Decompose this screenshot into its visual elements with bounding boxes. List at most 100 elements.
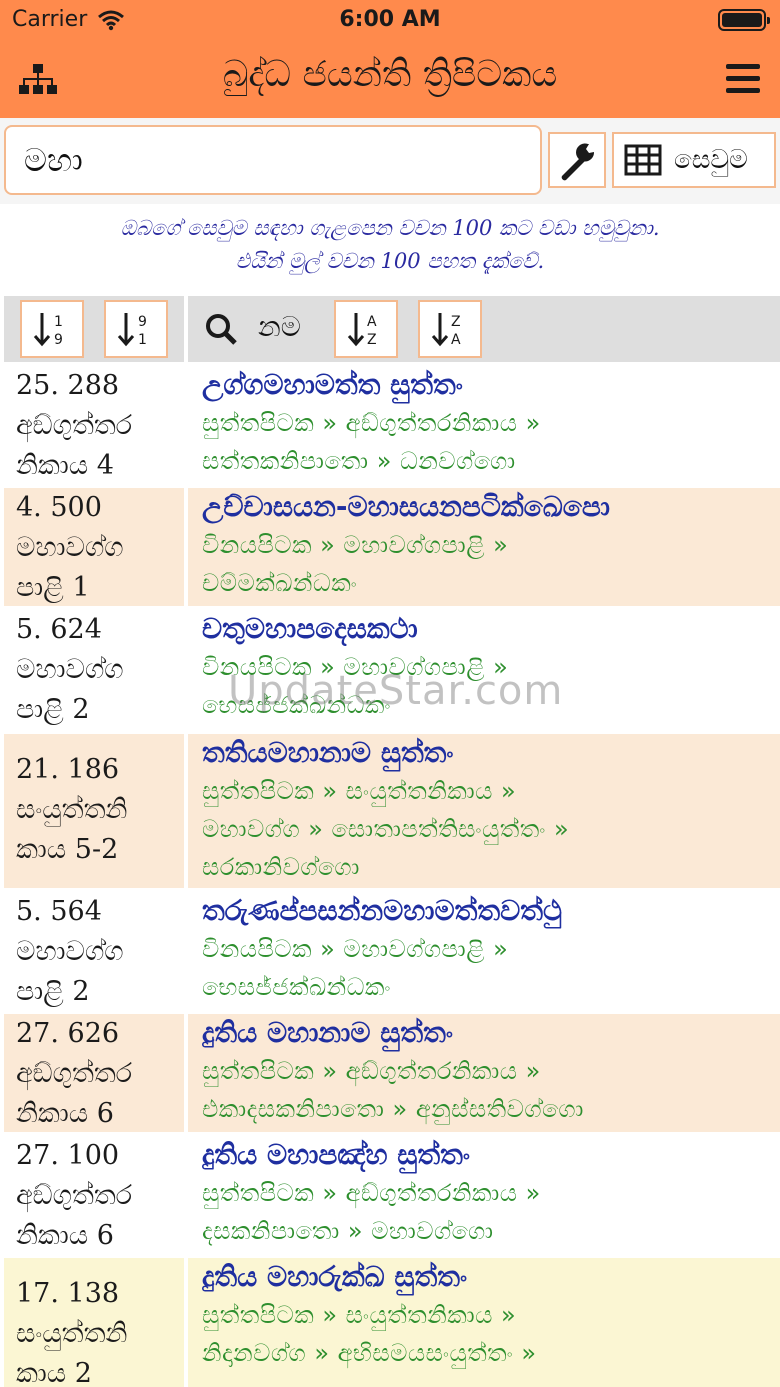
svg-text:A: A	[451, 332, 461, 348]
sort-ascending-numeric-button[interactable]: 1 9	[20, 300, 84, 358]
name-column-header: නම A Z Z A	[188, 296, 780, 362]
battery-icon	[718, 9, 770, 31]
row-path-line: චම්මක්ඛන්ධකං	[202, 569, 358, 597]
row-reference: 27. 100 අඞ්ගුත්තර නිකාය 6	[4, 1136, 184, 1254]
row-body: උච්චාසයන-මහාසයනපටික්ඛෙපො විනයපිටක » මහාව…	[188, 488, 780, 606]
table-row[interactable]: 5. 564 මහාවග්ග පාළි 2 තරුණප්පසන්නමහාමත්ත…	[0, 892, 780, 1010]
row-path-line: සුත්තපිටක » අඞ්ගුත්තරනිකාය »	[202, 409, 541, 437]
row-path-line: දසකනිපාතො » මහාවග්ගො	[202, 1217, 494, 1245]
table-row[interactable]: 25. 288 අඞ්ගුත්තර නිකාය 4 උග්ගමහාමත්ත සු…	[0, 366, 780, 484]
ref-line: මහාවග්ග	[16, 532, 124, 563]
ref-line: අඞ්ගුත්තර	[16, 410, 133, 441]
row-reference: 5. 624 මහාවග්ග පාළි 2	[4, 610, 184, 730]
row-title[interactable]: තරුණප්පසන්නමහාමත්තවත්ථු	[202, 892, 780, 930]
row-reference: 17. 138 සංයුත්තනි කාය 2	[4, 1258, 184, 1387]
ref-line: කාය 2	[16, 1358, 92, 1387]
svg-text:9: 9	[138, 314, 147, 330]
search-button-label: සෙවුම	[674, 144, 748, 175]
row-title[interactable]: චතුමහාපදෙසකථා	[202, 610, 780, 648]
row-path-line: සුත්තපිටක » සංයුත්තනිකාය »	[202, 1301, 517, 1329]
settings-button[interactable]	[548, 132, 606, 188]
row-path-line: නිදානවග්ග » අභිසමයසංයුත්තං »	[202, 1339, 537, 1367]
search-bar: සෙවුම	[0, 118, 780, 204]
table-row[interactable]: 27. 100 අඞ්ගුත්තර නිකාය 6 දුතිය මහාපඤ්හ …	[0, 1136, 780, 1254]
row-reference: 5. 564 මහාවග්ග පාළි 2	[4, 892, 184, 1010]
ref-line: මහාවග්ග	[16, 654, 124, 685]
search-input[interactable]	[4, 125, 542, 195]
row-path-line: සුත්තපිටක » සංයුත්තනිකාය »	[202, 777, 517, 805]
svg-text:A: A	[367, 314, 377, 330]
ref-line: 27. 626	[16, 1018, 120, 1049]
search-button[interactable]: සෙවුම	[612, 132, 776, 188]
ref-column-header: 1 9 9 1	[4, 296, 184, 362]
ref-line: කාය 5-2	[16, 834, 119, 865]
ref-line: පාළි 2	[16, 694, 90, 725]
nav-bar: බුද්ධ ජයන්ති ත්‍රිපිටකය	[0, 40, 780, 118]
svg-text:9: 9	[54, 332, 63, 348]
row-title[interactable]: දුතිය මහාපඤ්හ සුත්තං	[202, 1136, 780, 1174]
svg-text:1: 1	[138, 332, 147, 348]
ref-line: 25. 288	[16, 370, 120, 401]
row-title[interactable]: දුතිය මහාරුක්ඛ සුත්තං	[202, 1258, 780, 1296]
ref-line: සංයුත්තනි	[16, 794, 128, 825]
sort-descending-numeric-button[interactable]: 9 1	[104, 300, 168, 358]
row-title[interactable]: උච්චාසයන-මහාසයනපටික්ඛෙපො	[202, 488, 780, 526]
sort-numeric-asc-icon: 1 9	[33, 313, 63, 348]
row-body: තතියමහානාම සුත්තං සුත්තපිටක » සංයුත්තනික…	[188, 734, 780, 888]
wrench-icon	[561, 143, 595, 181]
row-title[interactable]: දුතිය මහානාම සුත්තං	[202, 1014, 780, 1052]
row-path-line: එකාදසකනිපාතො » අනුස්සතිවග්ගො	[202, 1095, 584, 1123]
row-path-line: සරකානිවග්ගො	[202, 853, 360, 881]
sort-alpha-asc-button[interactable]: A Z	[334, 300, 398, 358]
row-body: දුතිය මහාරුක්ඛ සුත්තං සුත්තපිටක » සංයුත්…	[188, 1258, 780, 1387]
ref-line: අඞ්ගුත්තර	[16, 1058, 133, 1089]
row-path-line: සුත්තපිටක » අඞ්ගුත්තරනිකාය »	[202, 1179, 541, 1207]
sort-alpha-asc-icon: A Z	[347, 313, 377, 348]
notice-line-2: එයින් මුල් වචන 100 පහත දැක්වේ.	[235, 249, 545, 273]
ref-line: මහාවග්ග	[16, 936, 124, 967]
svg-text:Z: Z	[367, 332, 377, 348]
svg-text:Z: Z	[451, 314, 461, 330]
ref-line: පාළි 1	[16, 572, 90, 603]
row-reference: 27. 626 අඞ්ගුත්තර නිකාය 6	[4, 1014, 184, 1132]
svg-text:1: 1	[54, 314, 63, 330]
ref-line: 4. 500	[16, 492, 102, 523]
table-grid-icon	[624, 144, 662, 176]
row-path-line: විනයපිටක » මහාවග්ගපාළි »	[202, 531, 509, 559]
page-title: බුද්ධ ජයන්ති ත්‍රිපිටකය	[222, 54, 558, 95]
ref-line: නිකාය 4	[16, 450, 114, 481]
row-body: තරුණප්පසන්නමහාමත්තවත්ථු විනයපිටක » මහාවග…	[188, 892, 780, 1010]
row-reference: 25. 288 අඞ්ගුත්තර නිකාය 4	[4, 366, 184, 484]
search-icon[interactable]	[204, 312, 238, 346]
notice-line-1: ඔබගේ සෙවුම සඳහා ගැළපෙන වචන 100 කට වඩා හම…	[120, 216, 660, 240]
ref-line: සංයුත්තනි	[16, 1318, 128, 1349]
row-reference: 21. 186 සංයුත්තනි කාය 5-2	[4, 734, 184, 888]
row-body: දුතිය මහානාම සුත්තං සුත්තපිටක » අඞ්ගුත්ත…	[188, 1014, 780, 1132]
row-path-line: සුත්තපිටක » අඞ්ගුත්තරනිකාය »	[202, 1057, 541, 1085]
row-path-line: විනයපිටක » මහාවග්ගපාළි »	[202, 935, 509, 963]
table-row[interactable]: 21. 186 සංයුත්තනි කාය 5-2 තතියමහානාම සුත…	[0, 734, 780, 888]
row-path-line: මහාවග්ග » සොතාපත්තිසංයුත්තං »	[202, 815, 570, 843]
ref-line: 5. 564	[16, 896, 102, 927]
row-path-line: භෙසජ්ජක්ඛන්ධකං	[202, 973, 391, 1001]
ref-line: 27. 100	[16, 1140, 120, 1171]
sort-alpha-desc-button[interactable]: Z A	[418, 300, 482, 358]
ref-line: නිකාය 6	[16, 1098, 114, 1129]
row-title[interactable]: තතියමහානාම සුත්තං	[202, 734, 780, 772]
sort-numeric-desc-icon: 9 1	[117, 313, 147, 348]
sort-alpha-desc-icon: Z A	[431, 313, 461, 348]
ref-line: 5. 624	[16, 614, 102, 645]
header: Carrier 6:00 AM බුද්ධ ජයන්ති ත්‍රිපිටකය	[0, 0, 780, 118]
row-body: දුතිය මහාපඤ්හ සුත්තං සුත්තපිටක » අඞ්ගුත්…	[188, 1136, 780, 1254]
clock: 6:00 AM	[339, 7, 441, 32]
table-row[interactable]: 27. 626 අඞ්ගුත්තර නිකාය 6 දුතිය මහානාම ස…	[0, 1014, 780, 1132]
row-title[interactable]: උග්ගමහාමත්ත සුත්තං	[202, 366, 780, 404]
name-column-label: නම	[258, 310, 301, 343]
row-path-line: සත්තකනිපාතො » ධනවග්ගො	[202, 447, 516, 475]
table-row[interactable]: 4. 500 මහාවග්ග පාළි 1 උච්චාසයන-මහාසයනපටි…	[0, 488, 780, 606]
table-row[interactable]: 17. 138 සංයුත්තනි කාය 2 දුතිය මහාරුක්ඛ ස…	[0, 1258, 780, 1387]
ref-line: 17. 138	[16, 1278, 120, 1309]
result-notice: ඔබගේ සෙවුම සඳහා ගැළපෙන වචන 100 කට වඩා හම…	[0, 212, 780, 278]
status-bar: Carrier 6:00 AM	[0, 0, 780, 40]
hamburger-menu-icon[interactable]	[726, 64, 760, 94]
